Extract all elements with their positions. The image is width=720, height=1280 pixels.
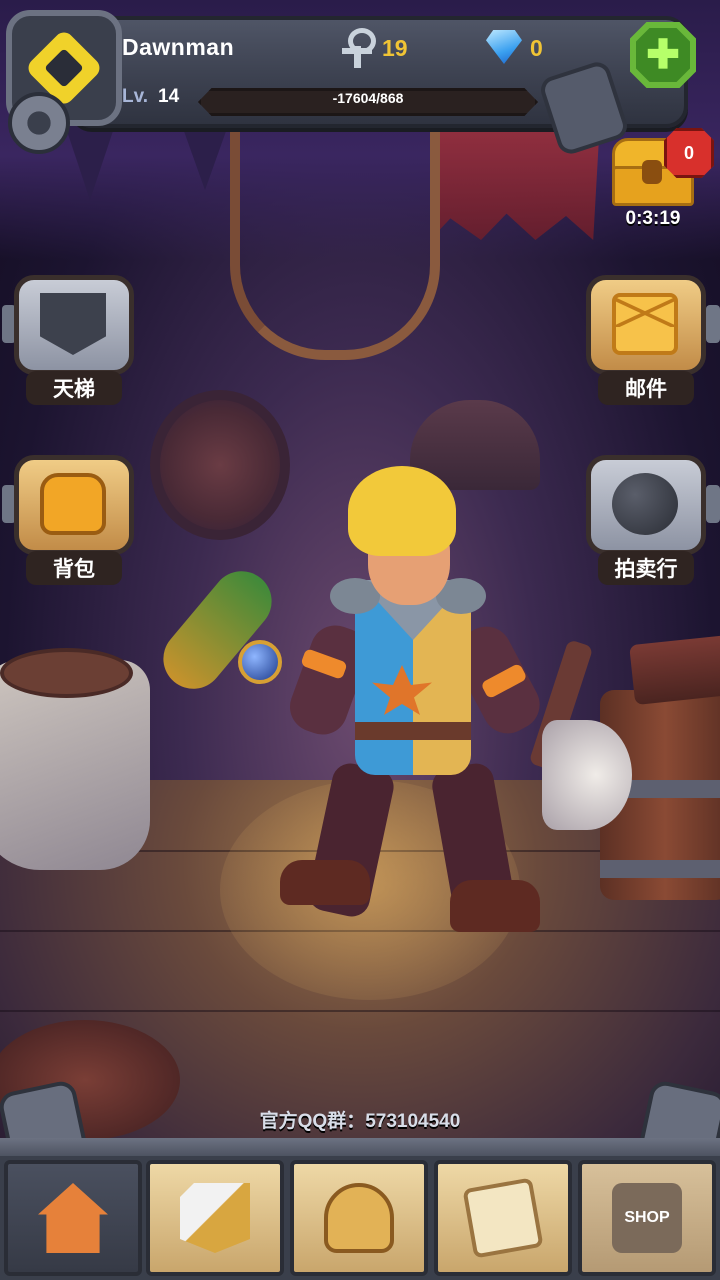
- tab-home[interactable]: [4, 1160, 142, 1276]
- level-label: Lv.: [122, 86, 149, 107]
- auction-icon: [612, 473, 678, 535]
- top-hud: Dawnman Lv. 14 -17604/868 19 0 ✚: [0, 0, 720, 158]
- hero-character[interactable]: [150, 460, 632, 960]
- player-name: Dawnman: [122, 34, 235, 60]
- auction-label: 拍卖行: [598, 551, 694, 585]
- plus-icon: ✚: [636, 28, 690, 82]
- backpack-button[interactable]: 背包: [14, 455, 134, 585]
- floor-plank-line: [0, 1010, 720, 1012]
- button-clip: [706, 305, 720, 343]
- mail-icon: [612, 293, 678, 355]
- ladder-button[interactable]: 天梯: [14, 275, 134, 405]
- experience-text: -17604/868: [332, 90, 404, 106]
- home-icon: [38, 1183, 108, 1253]
- tab-battle[interactable]: [146, 1160, 284, 1276]
- quest-scroll-icon: [462, 1177, 544, 1259]
- barrel-left: [0, 648, 133, 698]
- tab-quests[interactable]: [434, 1160, 572, 1276]
- hero-hair: [348, 466, 456, 556]
- hero-boot-right: [450, 880, 540, 932]
- mail-button[interactable]: 邮件: [586, 275, 706, 405]
- helmet-icon: [324, 1183, 394, 1253]
- chest-badge: 0: [664, 128, 714, 178]
- battle-sword-icon: [180, 1183, 250, 1253]
- add-currency-button[interactable]: ✚: [630, 22, 696, 88]
- settings-gear-icon[interactable]: [8, 92, 70, 154]
- shop-icon: SHOP: [612, 1183, 682, 1253]
- backpack-label: 背包: [26, 551, 122, 585]
- ankh-icon: [340, 28, 376, 68]
- ankh-count: 19: [382, 35, 408, 61]
- gem-count: 0: [530, 35, 543, 61]
- book-on-barrel: [629, 634, 720, 706]
- hanging-rope: [230, 110, 440, 360]
- hero-axe: [542, 720, 632, 830]
- tab-shop[interactable]: SHOP: [578, 1160, 716, 1276]
- chest-timer: 0:3:19: [625, 208, 681, 229]
- hero-boot-left: [280, 860, 370, 905]
- button-clip: [706, 485, 720, 523]
- shop-label: SHOP: [624, 1209, 670, 1226]
- ladder-label: 天梯: [26, 371, 122, 405]
- auction-button[interactable]: 拍卖行: [586, 455, 706, 585]
- staff-orb: [238, 640, 282, 684]
- backpack-icon: [40, 473, 106, 535]
- level-value: 14: [158, 86, 180, 107]
- tab-equipment[interactable]: [290, 1160, 428, 1276]
- hero-belt: [355, 722, 471, 740]
- mail-label: 邮件: [598, 371, 694, 405]
- qq-group-text: 官方QQ群：573104540: [259, 1111, 461, 1132]
